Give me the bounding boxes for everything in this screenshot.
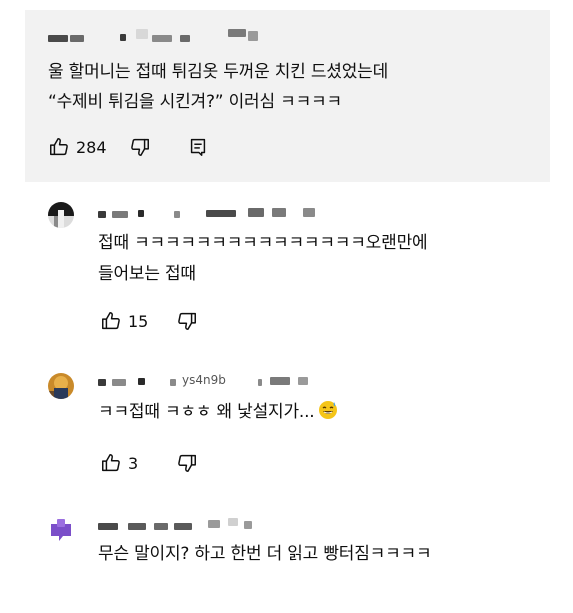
comment-text-line: 들어보는 접때 — [98, 264, 196, 284]
thumbs-down-icon — [130, 138, 149, 156]
comment-author-redacted[interactable] — [98, 207, 328, 221]
thumbs-up-icon — [102, 312, 120, 330]
avatar[interactable] — [48, 516, 74, 542]
thumbs-up-icon — [50, 138, 68, 156]
comment-author-redacted[interactable] — [98, 518, 268, 532]
dislike-button[interactable] — [176, 452, 198, 474]
avatar[interactable] — [48, 202, 74, 228]
like-count: 15 — [128, 311, 149, 331]
comment-actions: 3 — [100, 451, 198, 475]
thumbs-down-icon — [178, 312, 197, 330]
avatar[interactable] — [48, 373, 74, 399]
like-count: 284 — [76, 137, 107, 157]
dislike-button[interactable] — [129, 136, 151, 158]
comment-text-line: 무슨 말이지? 하고 한번 더 읽고 빵터짐ㅋㅋㅋㅋ — [98, 544, 432, 564]
comment-text-line: ㅋㅋ접때 ㅋㅎㅎ 왜 낯설지가... — [98, 400, 338, 423]
comment-actions: 284 — [48, 135, 209, 159]
sweat-smile-emoji — [318, 401, 337, 419]
comment-author-redacted[interactable]: ys4n9b — [98, 373, 328, 389]
author-fragment: ys4n9b — [182, 373, 226, 387]
dislike-button[interactable] — [176, 310, 198, 332]
like-button[interactable]: 3 — [100, 452, 138, 474]
reply-button[interactable] — [187, 136, 209, 158]
comment-reply-icon — [190, 138, 205, 156]
thumbs-up-icon — [102, 454, 120, 472]
comment-text-line: 울 할머니는 접때 튀김옷 두꺼운 치킨 드셨었는데 — [48, 62, 389, 82]
like-button[interactable]: 15 — [100, 310, 148, 332]
comment-author-redacted[interactable] — [48, 29, 268, 43]
comment-text-line: “수제비 튀김을 시킨겨?” 이러심 ㅋㅋㅋㅋ — [48, 92, 342, 112]
like-count: 3 — [128, 453, 139, 473]
like-button[interactable]: 284 — [48, 136, 107, 158]
comment-actions: 15 — [100, 309, 198, 333]
comment-text: ㅋㅋ접때 ㅋㅎㅎ 왜 낯설지가... — [98, 402, 315, 422]
thumbs-down-icon — [178, 454, 197, 472]
comment-text-line: 접때 ㅋㅋㅋㅋㅋㅋㅋㅋㅋㅋㅋㅋㅋㅋㅋ오랜만에 — [98, 233, 428, 253]
